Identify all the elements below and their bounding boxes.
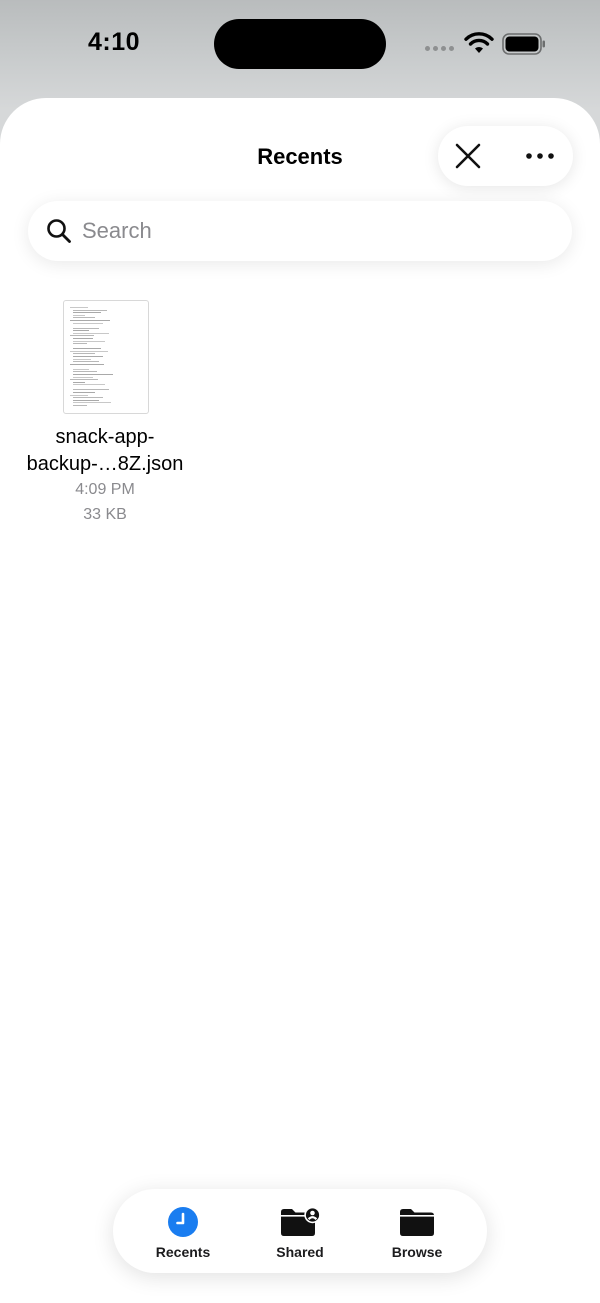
thumbnail-text-line: [73, 343, 87, 345]
thumbnail-text-line: [70, 307, 88, 308]
file-time: 4:09 PM: [75, 481, 135, 498]
thumbnail-text-line: [70, 394, 88, 396]
thumbnail-text-line: [70, 335, 94, 337]
thumbnail-text-line: [73, 340, 105, 342]
thumbnail-text-line: [73, 399, 99, 401]
thumbnail-text-line: [73, 384, 105, 386]
close-button[interactable]: [446, 134, 490, 178]
thumbnail-text-line: [73, 312, 101, 314]
thumbnail-text-line: [73, 405, 87, 406]
file-thumbnail: [63, 300, 149, 414]
thumbnail-text-line: [73, 314, 85, 316]
battery-icon: [502, 33, 545, 55]
thumbnail-text-line: [73, 309, 107, 311]
wifi-icon: [464, 32, 494, 53]
search-input[interactable]: [82, 201, 552, 261]
thumbnail-text-line: [73, 371, 97, 373]
thumbnail-text-line: [73, 389, 109, 391]
status-time: 4:10: [88, 28, 141, 56]
clock-icon: [168, 1207, 198, 1237]
thumbnail-text-line: [73, 327, 99, 329]
search-bar[interactable]: [28, 201, 572, 261]
thumbnail-text-line: [73, 397, 103, 399]
thumbnail-text-line: [73, 402, 111, 404]
folder-icon: [400, 1209, 434, 1236]
search-icon: [47, 219, 71, 243]
tab-label: Shared: [276, 1244, 324, 1260]
thumbnail-text-line: [73, 353, 95, 355]
thumbnail-text-line: [73, 332, 109, 334]
thumbnail-text-line: [70, 320, 110, 321]
thumbnail-text-line: [73, 361, 99, 363]
thumbnail-text-line: [73, 348, 101, 350]
thumbnail-text-line: [70, 379, 98, 381]
tab-browse[interactable]: Browse: [359, 1195, 475, 1267]
more-options-button[interactable]: [518, 134, 562, 178]
thumbnail-text-line: [73, 368, 89, 370]
status-bar: 4:10: [0, 0, 600, 95]
file-item[interactable]: snack-app-backup-…8Z.json 4:09 PM 33 KB: [18, 298, 192, 528]
thumbnail-text-line: [73, 358, 91, 360]
thumbnail-text-line: [73, 322, 103, 324]
tab-label: Browse: [391, 1244, 443, 1260]
thumbnail-text-line: [73, 392, 95, 393]
thumbnail-text-line: [73, 376, 93, 378]
file-size: 33 KB: [83, 506, 127, 523]
tab-shared[interactable]: Shared: [243, 1195, 357, 1267]
thumbnail-text-line: [70, 363, 104, 365]
tab-recents[interactable]: Recents: [119, 1195, 247, 1267]
nav-controls: [438, 126, 573, 186]
document-browser-sheet: [0, 98, 600, 1303]
thumbnail-text-line: [73, 356, 103, 357]
cellular-signal-icon: [425, 46, 454, 51]
tab-label: Recents: [155, 1244, 211, 1260]
thumbnail-text-line: [73, 374, 113, 375]
close-icon: [455, 143, 481, 169]
thumbnail-text-line: [73, 338, 93, 339]
shared-folder-icon: [281, 1206, 321, 1236]
thumbnail-text-line: [73, 317, 95, 319]
thumbnail-text-line: [73, 330, 89, 332]
file-name: snack-app-backup-…8Z.json: [26, 426, 184, 475]
tab-bar: Recents Shared Browse: [113, 1189, 487, 1273]
thumbnail-text-line: [73, 381, 85, 383]
ellipsis-icon: [526, 153, 554, 159]
dynamic-island: [214, 19, 386, 69]
thumbnail-text-line: [70, 350, 108, 352]
